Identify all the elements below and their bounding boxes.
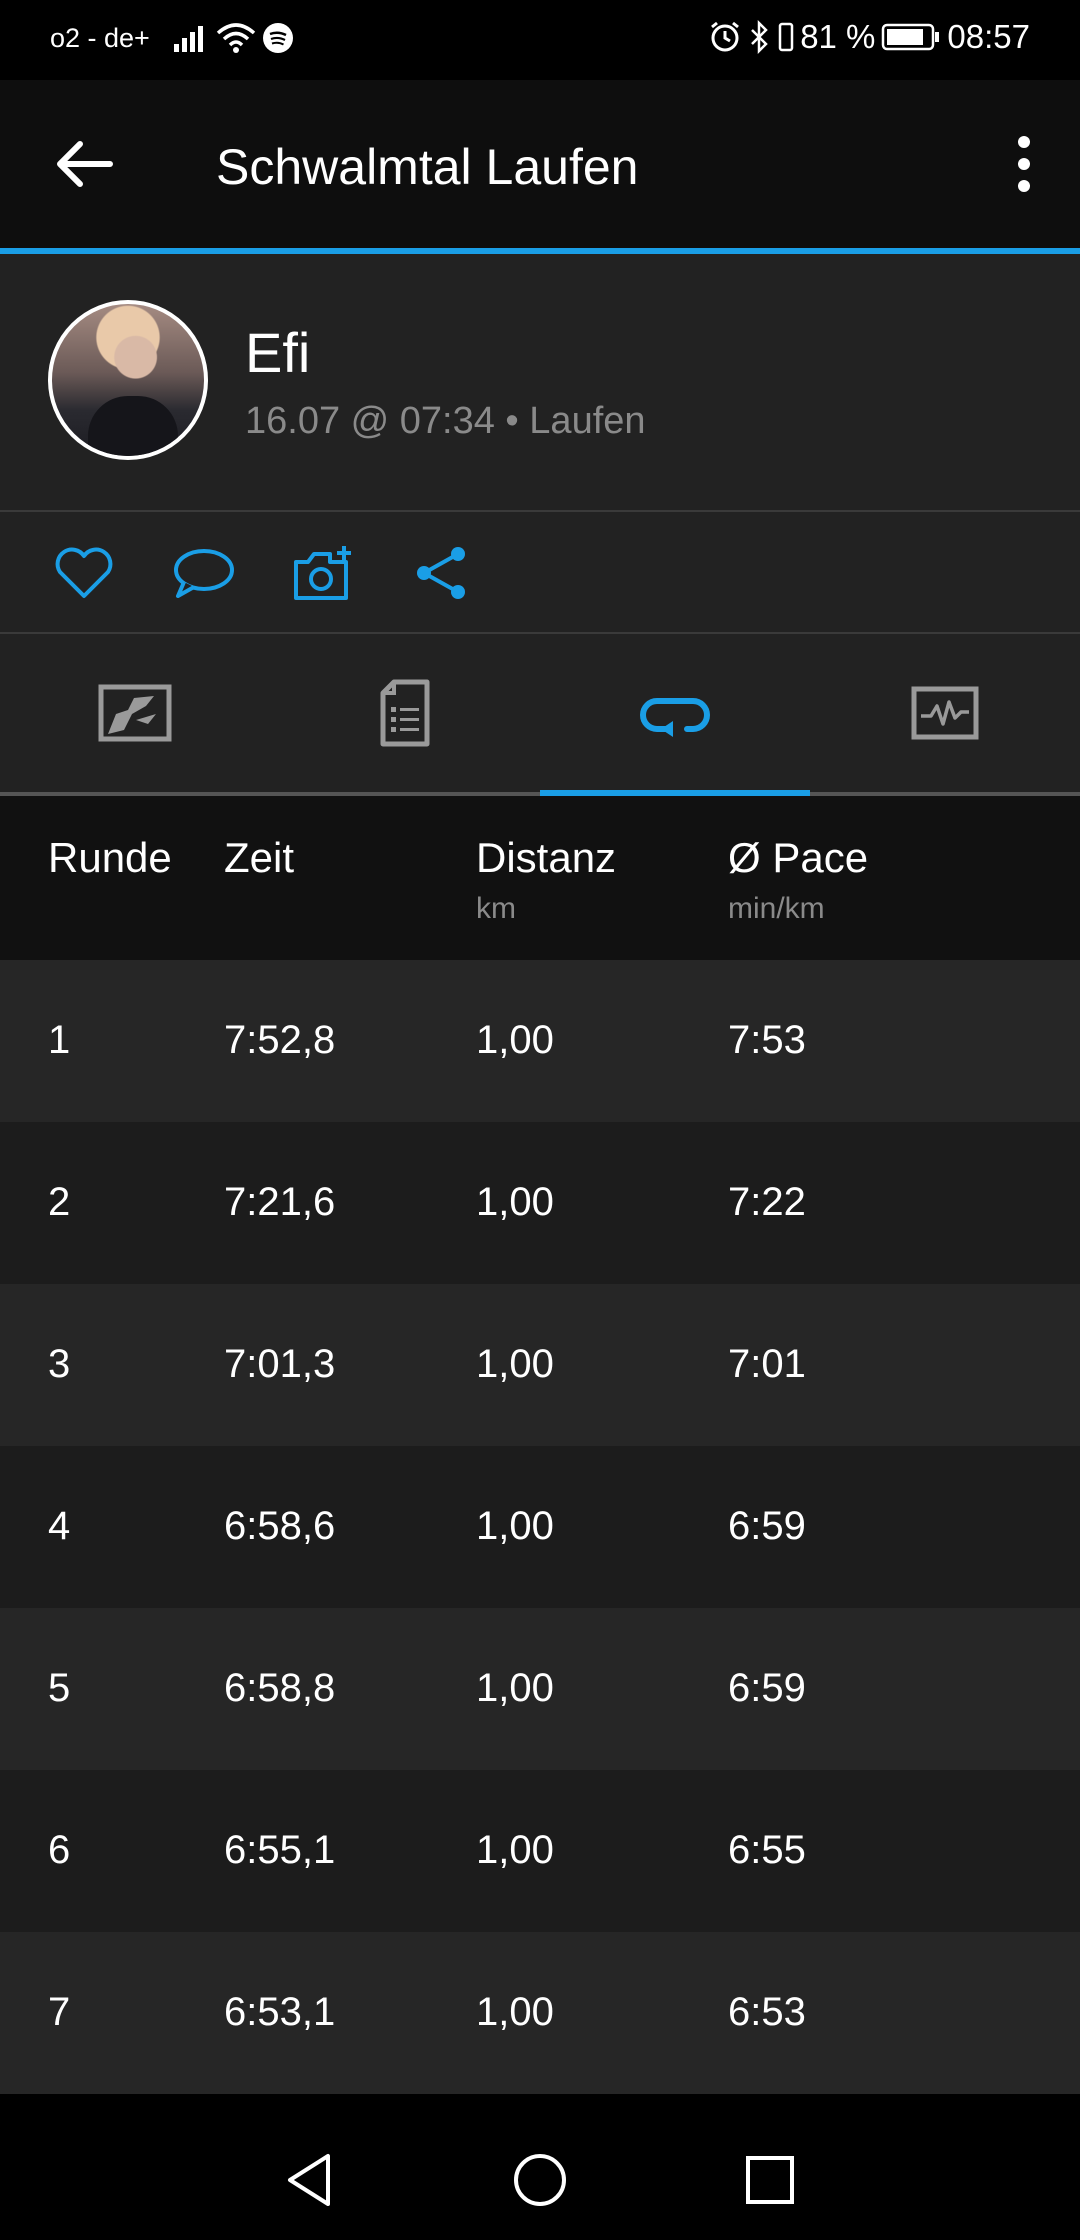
header-unit: min/km [728, 892, 825, 925]
status-left: o2 - de+ [50, 22, 294, 54]
table-row[interactable]: 5 6:58,8 1,00 6:59 [0, 1608, 1080, 1770]
page-title: Schwalmtal Laufen [216, 139, 639, 195]
lap-time: 7:21,6 [224, 1180, 336, 1224]
summary-map-icon [98, 684, 172, 742]
table-row[interactable]: 6 6:55,1 1,00 6:55 [0, 1770, 1080, 1932]
status-right: 81 % 08:57 [702, 18, 1030, 56]
tab-laps[interactable] [540, 634, 810, 792]
alarm-icon [711, 21, 740, 52]
lap-distance: 1,00 [476, 1018, 554, 1062]
lap-distance: 1,00 [476, 1666, 554, 1710]
lap-pace: 6:59 [728, 1504, 806, 1548]
lap-time: 7:01,3 [224, 1342, 336, 1386]
battery-percent: 81 % [800, 18, 876, 55]
back-arrow-icon[interactable] [52, 132, 116, 196]
table-row[interactable]: 1 7:52,8 1,00 7:53 [0, 960, 1080, 1122]
header-label: Ø Pace [728, 834, 869, 881]
bluetooth-icon [751, 20, 768, 54]
action-bar [0, 512, 1080, 632]
header-unit: km [476, 892, 516, 925]
nav-recents-icon[interactable] [740, 2150, 800, 2210]
add-photo-icon[interactable] [292, 544, 356, 602]
lap-pace: 6:55 [728, 1828, 806, 1872]
header-zeit: Zeit [224, 834, 294, 882]
lap-time: 7:52,8 [224, 1018, 336, 1062]
vibrate-icon [778, 22, 794, 52]
chart-pulse-icon [911, 686, 979, 740]
lap-pace: 7:53 [728, 1018, 806, 1062]
laps-loop-icon [640, 698, 710, 737]
table-row[interactable]: 3 7:01,3 1,00 7:01 [0, 1284, 1080, 1446]
wifi-icon [216, 23, 255, 53]
system-nav-bar [0, 2120, 1080, 2240]
header-runde: Runde [48, 834, 172, 882]
comment-icon[interactable] [172, 544, 236, 602]
header-label: Zeit [224, 834, 295, 881]
tab-summary[interactable] [0, 634, 270, 792]
lap-number: 1 [48, 1018, 71, 1062]
lap-number: 2 [48, 1180, 71, 1224]
details-list-icon [380, 679, 430, 747]
header-label: Runde [48, 834, 172, 881]
tab-bar [0, 634, 1080, 792]
lap-time: 6:53,1 [224, 1990, 336, 2034]
nav-home-icon[interactable] [510, 2150, 570, 2210]
laps-table-header: Runde Zeit Distanz km Ø Pace min/km [0, 796, 1080, 960]
lap-number: 5 [48, 1666, 71, 1710]
app-bar: Schwalmtal Laufen [0, 80, 1080, 248]
lap-distance: 1,00 [476, 1990, 554, 2034]
lap-number: 4 [48, 1504, 71, 1548]
table-row[interactable]: 4 6:58,6 1,00 6:59 [0, 1446, 1080, 1608]
user-name[interactable]: Efi [245, 320, 310, 385]
lap-distance: 1,00 [476, 1180, 554, 1224]
lap-distance: 1,00 [476, 1342, 554, 1386]
header-label: Distanz [476, 834, 617, 881]
laps-table-body: 1 7:52,8 1,00 7:53 2 7:21,6 1,00 7:22 3 … [0, 960, 1080, 2094]
lap-number: 7 [48, 1990, 71, 2034]
lap-time: 6:58,8 [224, 1666, 336, 1710]
header-distanz: Distanz km [476, 834, 616, 926]
carrier-label: o2 - de+ [50, 22, 150, 53]
lap-distance: 1,00 [476, 1504, 554, 1548]
battery-icon [882, 23, 940, 51]
lap-distance: 1,00 [476, 1828, 554, 1872]
more-options-icon[interactable] [1012, 136, 1036, 192]
header-pace: Ø Pace min/km [728, 834, 868, 926]
lap-number: 3 [48, 1342, 71, 1386]
avatar[interactable] [48, 300, 208, 460]
tab-charts[interactable] [810, 634, 1080, 792]
lap-pace: 6:53 [728, 1990, 806, 2034]
avatar-photo [88, 396, 178, 456]
table-row[interactable]: 7 6:53,1 1,00 6:53 [0, 1932, 1080, 2094]
nav-back-icon[interactable] [280, 2150, 340, 2210]
lap-time: 6:55,1 [224, 1828, 336, 1872]
activity-meta: 16.07 @ 07:34 • Laufen [245, 400, 646, 442]
lap-pace: 7:01 [728, 1342, 806, 1386]
like-heart-icon[interactable] [52, 544, 116, 602]
status-bar: o2 - de+ 81 % 08:57 [0, 0, 1080, 80]
tab-details[interactable] [270, 634, 540, 792]
clock: 08:57 [947, 18, 1030, 55]
lap-time: 6:58,6 [224, 1504, 336, 1548]
table-row[interactable]: 2 7:21,6 1,00 7:22 [0, 1122, 1080, 1284]
share-icon[interactable] [412, 544, 476, 602]
lap-pace: 7:22 [728, 1180, 806, 1224]
signal-icon [173, 26, 203, 52]
lap-number: 6 [48, 1828, 71, 1872]
spotify-icon [262, 23, 293, 53]
lap-pace: 6:59 [728, 1666, 806, 1710]
activity-profile: Efi 16.07 @ 07:34 • Laufen [0, 254, 1080, 510]
